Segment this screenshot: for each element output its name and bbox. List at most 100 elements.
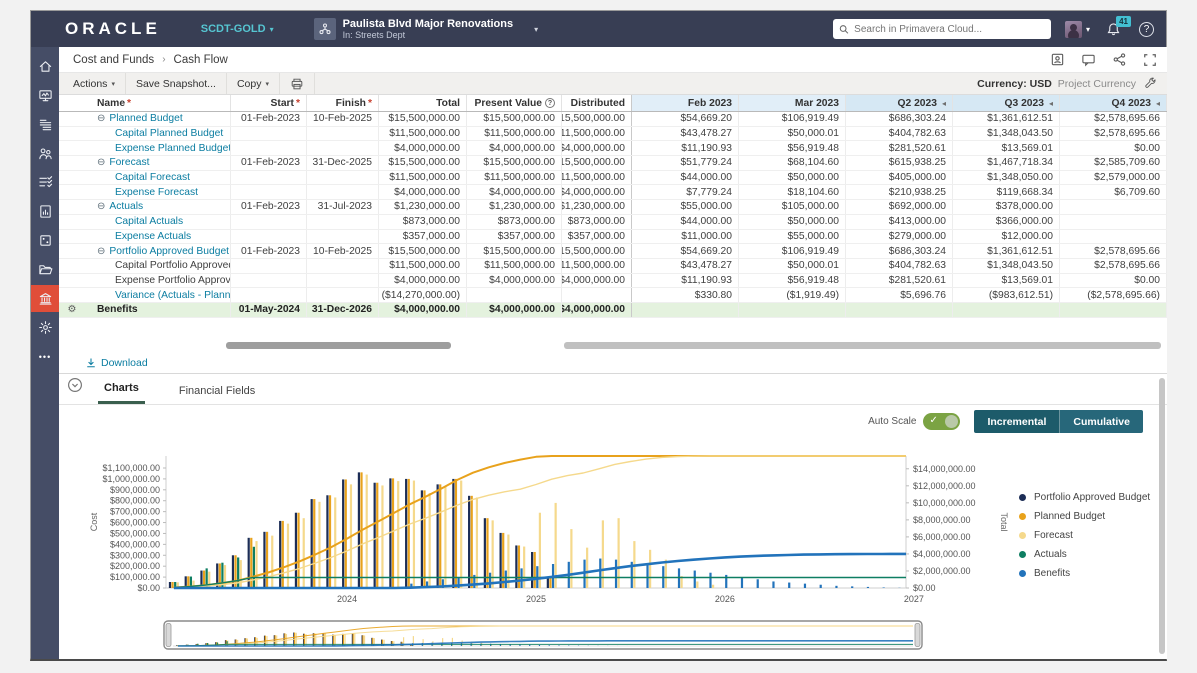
table-row[interactable]: ⊖Actuals01-Feb-202331-Jul-2023$1,230,000… — [59, 200, 1167, 215]
row-name[interactable]: ⊖ Actuals — [85, 200, 231, 214]
row-name[interactable]: Expense Portfolio Approved Budget — [85, 274, 231, 288]
legend-item[interactable]: Actuals — [1019, 549, 1150, 560]
column-header-mar-2023[interactable]: Mar 2023 — [739, 95, 846, 111]
expand-periods-icon[interactable]: ◂ — [1049, 99, 1053, 108]
currency-settings-button[interactable] — [1144, 77, 1157, 90]
workspace-selector[interactable]: SCDT-GOLD▾ — [201, 23, 274, 35]
sidebar-item-dashboards[interactable] — [31, 82, 59, 109]
comments-button[interactable] — [1081, 52, 1096, 67]
fullscreen-button[interactable] — [1143, 53, 1157, 67]
column-header-finish[interactable]: Finish* — [307, 95, 379, 111]
row-name-label[interactable]: Expense Actuals — [115, 231, 191, 242]
auto-scale-toggle[interactable]: ✓ — [923, 413, 960, 430]
column-header-q3-2023[interactable]: Q3 2023◂ — [953, 95, 1060, 111]
expand-periods-icon[interactable]: ◂ — [942, 99, 946, 108]
row-name-label[interactable]: Expense Planned Budget — [115, 143, 231, 154]
breadcrumb-cash-flow[interactable]: Cash Flow — [174, 54, 228, 66]
table-row[interactable]: ⚙Benefits01-May-202431-Dec-2026$4,000,00… — [59, 303, 1167, 318]
row-name-label[interactable]: Capital Forecast — [115, 172, 190, 183]
row-name[interactable]: Capital Forecast — [85, 171, 231, 185]
project-selector[interactable]: Paulista Blvd Major Renovations In: Stre… — [314, 18, 539, 41]
row-name-label[interactable]: Variance (Actuals - Planned Budget) — [115, 290, 231, 301]
row-name[interactable]: Benefits — [85, 303, 231, 317]
help-button[interactable]: ? — [1139, 22, 1154, 37]
table-row[interactable]: Capital Actuals$873,000.00$873,000.00$87… — [59, 215, 1167, 230]
column-header-q4-2023[interactable]: Q4 2023◂ — [1060, 95, 1167, 111]
row-name[interactable]: ⊖ Portfolio Approved Budget — [85, 244, 231, 258]
expand-periods-icon[interactable]: ◂ — [1156, 99, 1160, 108]
sidebar-item-tasks[interactable] — [31, 169, 59, 196]
sidebar-item-files[interactable] — [31, 256, 59, 283]
legend-item[interactable]: Forecast — [1019, 530, 1150, 541]
table-row[interactable]: ⊖Forecast01-Feb-202331-Dec-2025$15,500,0… — [59, 156, 1167, 171]
row-name[interactable]: Capital Portfolio Approved Budget — [85, 259, 231, 273]
collapse-row-icon[interactable]: ⊖ — [97, 113, 105, 124]
share-button[interactable] — [1112, 52, 1127, 67]
row-name-label[interactable]: Actuals — [109, 201, 143, 212]
collapse-row-icon[interactable]: ⊖ — [97, 201, 105, 212]
column-header-feb-2023[interactable]: Feb 2023 — [632, 95, 739, 111]
tab-financial-fields[interactable]: Financial Fields — [173, 385, 261, 404]
legend-item[interactable]: Planned Budget — [1019, 511, 1150, 522]
chart-range-selector[interactable] — [163, 620, 923, 652]
legend-item[interactable]: Portfolio Approved Budget — [1019, 492, 1150, 503]
download-button[interactable]: Download — [85, 357, 148, 369]
table-scrollbar-left[interactable] — [226, 342, 451, 349]
row-name-label[interactable]: Planned Budget — [109, 113, 182, 124]
table-row[interactable]: Expense Actuals$357,000.00$357,000.00$35… — [59, 230, 1167, 245]
sidebar-item-settings[interactable] — [31, 314, 59, 341]
sidebar-item-reports[interactable] — [31, 198, 59, 225]
collapse-row-icon[interactable]: ⊖ — [97, 246, 105, 257]
row-name[interactable]: Variance (Actuals - Planned Budget) — [85, 288, 231, 302]
table-row[interactable]: Capital Forecast$11,500,000.00$11,500,00… — [59, 171, 1167, 186]
table-scrollbar-right[interactable] — [564, 342, 1161, 349]
table-row[interactable]: Capital Portfolio Approved Budget$11,500… — [59, 259, 1167, 274]
actions-button[interactable]: Actions▾ — [73, 73, 126, 94]
table-row[interactable]: Expense Planned Budget$4,000,000.00$4,00… — [59, 141, 1167, 156]
collapse-row-icon[interactable]: ⊖ — [97, 157, 105, 168]
sidebar-item-portfolios[interactable] — [31, 111, 59, 138]
table-row[interactable]: Expense Portfolio Approved Budget$4,000,… — [59, 274, 1167, 289]
legend-item[interactable]: Benefits — [1019, 568, 1150, 579]
row-name[interactable]: ⊖ Planned Budget — [85, 112, 231, 126]
panel-scrollbar-thumb[interactable] — [1159, 378, 1165, 654]
table-row[interactable]: Variance (Actuals - Planned Budget)($14,… — [59, 288, 1167, 303]
print-button[interactable] — [280, 73, 315, 94]
table-row[interactable]: Expense Forecast$4,000,000.00$4,000,000.… — [59, 185, 1167, 200]
tab-charts[interactable]: Charts — [98, 382, 145, 404]
row-name[interactable]: Capital Actuals — [85, 215, 231, 229]
sidebar-item-resources[interactable] — [31, 140, 59, 167]
cumulative-button[interactable]: Cumulative — [1060, 410, 1143, 433]
column-header-q2-2023[interactable]: Q2 2023◂ — [846, 95, 953, 111]
table-row[interactable]: ⊖Planned Budget01-Feb-202310-Feb-2025$15… — [59, 112, 1167, 127]
app-grid-icon[interactable] — [39, 20, 57, 38]
row-name[interactable]: ⊖Forecast — [85, 156, 231, 170]
column-header-total[interactable]: Total — [379, 95, 467, 111]
sidebar-item-apps[interactable] — [31, 227, 59, 254]
row-name-label[interactable]: Expense Forecast — [115, 187, 198, 198]
breadcrumb-cost-and-funds[interactable]: Cost and Funds — [73, 54, 154, 66]
incremental-button[interactable]: Incremental — [974, 410, 1060, 433]
row-settings-gear-icon[interactable]: ⚙ — [68, 304, 77, 315]
user-card-button[interactable] — [1050, 52, 1065, 67]
sidebar-item-home[interactable] — [31, 53, 59, 80]
row-name[interactable]: Expense Actuals — [85, 230, 231, 244]
column-header-start[interactable]: Start* — [231, 95, 307, 111]
notifications-button[interactable]: 41 — [1106, 22, 1121, 37]
row-name-label[interactable]: Portfolio Approved Budget — [109, 246, 229, 257]
user-menu[interactable]: ▾ — [1065, 21, 1090, 38]
help-icon[interactable]: ? — [545, 98, 555, 108]
column-header-name[interactable]: Name* — [85, 95, 231, 111]
table-row[interactable]: Capital Planned Budget$11,500,000.00$11,… — [59, 127, 1167, 142]
column-header-present-value[interactable]: Present Value? — [467, 95, 562, 111]
row-name[interactable]: Expense Planned Budget — [85, 141, 231, 155]
row-name[interactable]: Expense Forecast — [85, 185, 231, 199]
column-header-distributed[interactable]: Distributed — [562, 95, 632, 111]
save-snapshot-button[interactable]: Save Snapshot... — [126, 73, 227, 94]
sidebar-item-more[interactable]: ••• — [31, 343, 59, 370]
copy-button[interactable]: Copy▾ — [227, 73, 280, 94]
sidebar-item-cost-and-funds[interactable] — [31, 285, 59, 312]
table-row[interactable]: ⊖Portfolio Approved Budget01-Feb-202310-… — [59, 244, 1167, 259]
search-input[interactable] — [854, 24, 1045, 35]
row-name[interactable]: Capital Planned Budget — [85, 127, 231, 141]
